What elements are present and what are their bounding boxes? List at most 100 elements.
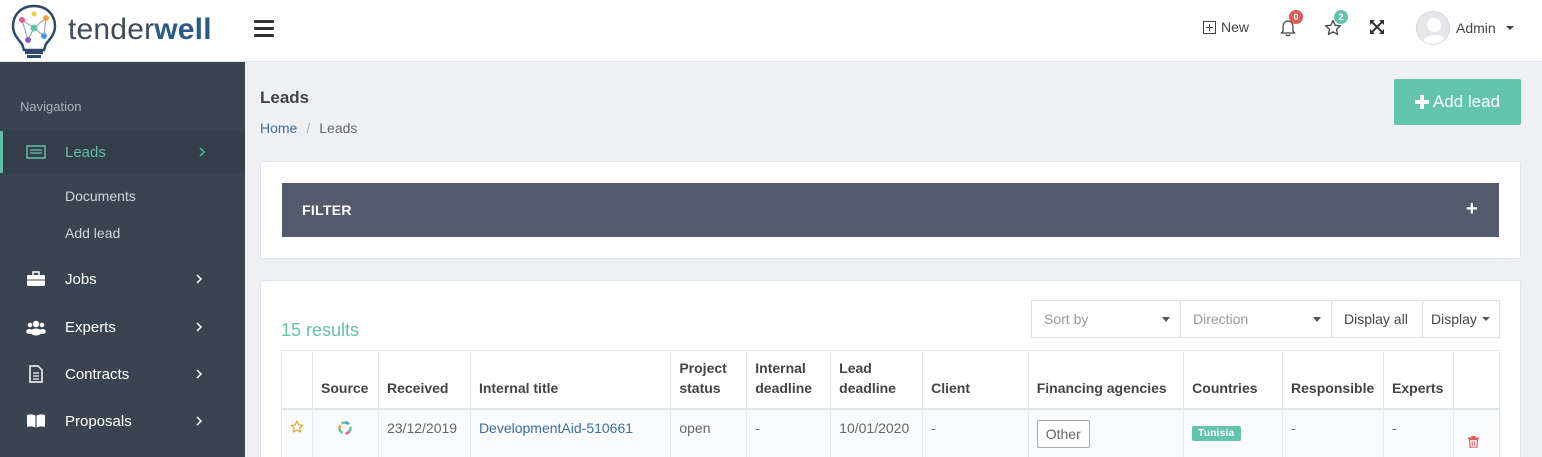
chevron-right-icon	[196, 322, 203, 332]
sidebar-item-label: Leads	[65, 143, 106, 161]
caret-down-icon	[1482, 317, 1490, 321]
breadcrumb-home-link[interactable]: Home	[260, 120, 297, 136]
list-icon	[26, 145, 46, 159]
client-cell: -	[922, 408, 1029, 457]
column-header-financing-agencies[interactable]: Financing agencies	[1027, 350, 1185, 410]
direction-placeholder: Direction	[1193, 311, 1249, 327]
breadcrumb-current: Leads	[319, 120, 358, 136]
results-count: 15 results	[281, 320, 360, 340]
sidebar-item-leads[interactable]: Leads	[0, 131, 245, 173]
sidebar-subitem-add-lead[interactable]: Add lead	[65, 225, 120, 241]
fullscreen-button[interactable]	[1369, 19, 1389, 39]
chevron-right-icon	[196, 416, 203, 426]
new-button-label: New	[1221, 19, 1250, 35]
sidebar-item-jobs[interactable]: Jobs	[0, 258, 245, 300]
caret-down-icon	[1313, 317, 1321, 322]
user-menu[interactable]: Admin	[1416, 11, 1514, 45]
favorites-button[interactable]: 2	[1324, 10, 1348, 39]
sidebar-item-label: Jobs	[65, 270, 97, 288]
plus-icon	[1414, 95, 1429, 109]
internal-title-cell: DevelopmentAid-510661	[469, 408, 672, 457]
chevron-right-icon	[199, 147, 206, 157]
table-header-row: Source Received Internal title Project s…	[281, 350, 1500, 410]
table-row[interactable]: 23/12/2019 DevelopmentAid-510661 open - …	[281, 408, 1500, 457]
chevron-right-icon	[196, 274, 203, 284]
column-header-actions	[1453, 350, 1500, 410]
leads-table: Source Received Internal title Project s…	[281, 350, 1500, 457]
column-header-internal-title[interactable]: Internal title	[469, 350, 672, 410]
column-header-received[interactable]: Received	[377, 350, 471, 410]
display-all-button[interactable]: Display all	[1332, 300, 1423, 338]
favorites-badge: 2	[1334, 10, 1348, 24]
trash-icon[interactable]	[1468, 435, 1479, 449]
users-icon	[26, 320, 46, 336]
star-icon[interactable]	[290, 420, 304, 434]
display-dropdown[interactable]: Display	[1423, 300, 1500, 338]
sidebar-subitem-documents[interactable]: Documents	[65, 188, 136, 204]
countries-cell: Tunisia	[1183, 408, 1284, 457]
notifications-badge: 0	[1289, 10, 1303, 24]
breadcrumb-separator: /	[306, 120, 311, 136]
sidebar-item-label: Proposals	[65, 412, 132, 430]
plus-square-icon	[1203, 20, 1216, 34]
caret-down-icon	[1505, 26, 1514, 30]
sidebar-item-contracts[interactable]: Contracts	[0, 353, 245, 395]
source-cell	[312, 408, 379, 457]
menu-toggle-icon[interactable]	[254, 20, 274, 38]
sidebar-title: Navigation	[20, 99, 82, 114]
brand-name[interactable]: tenderwell	[68, 12, 212, 48]
sidebar-item-label: Experts	[65, 318, 116, 336]
add-lead-button[interactable]: Add lead	[1394, 79, 1521, 125]
column-header-internal-deadline[interactable]: Internal deadline	[746, 350, 832, 410]
actions-cell	[1453, 408, 1500, 457]
financing-agencies-cell: Other	[1027, 408, 1185, 457]
avatar	[1416, 11, 1450, 45]
user-name: Admin	[1456, 20, 1496, 36]
book-icon	[27, 414, 45, 428]
country-badge: Tunisia	[1192, 425, 1241, 441]
briefcase-icon	[27, 271, 45, 286]
document-icon	[29, 365, 43, 383]
agency-tag[interactable]: Other	[1036, 419, 1090, 448]
experts-cell: -	[1383, 408, 1454, 457]
column-header-lead-deadline[interactable]: Lead deadline	[830, 350, 924, 410]
display-all-label: Display all	[1344, 311, 1408, 327]
top-bar: tenderwell New 0 2 Admin	[0, 0, 1542, 62]
filter-label: FILTER	[302, 202, 352, 218]
column-header-countries[interactable]: Countries	[1183, 350, 1284, 410]
lead-title-link[interactable]: DevelopmentAid-510661	[479, 420, 633, 436]
source-logo-icon	[338, 420, 352, 435]
tenderwell-logo[interactable]	[10, 4, 58, 58]
sidebar-item-proposals[interactable]: Proposals	[0, 400, 245, 442]
column-header-favorite	[281, 350, 313, 410]
project-status-cell: open	[670, 408, 748, 457]
direction-select[interactable]: Direction	[1181, 300, 1332, 338]
column-header-responsible[interactable]: Responsible	[1282, 350, 1385, 410]
chevron-right-icon	[196, 369, 203, 379]
lead-deadline-cell: 10/01/2020	[830, 408, 924, 457]
filter-bar[interactable]: FILTER +	[282, 183, 1499, 237]
caret-down-icon	[1162, 317, 1170, 322]
new-button[interactable]: New	[1203, 19, 1249, 35]
add-lead-button-label: Add lead	[1432, 92, 1501, 111]
sidebar-item-experts[interactable]: Experts	[0, 306, 245, 348]
column-header-project-status[interactable]: Project status	[670, 350, 748, 410]
column-header-experts[interactable]: Experts	[1383, 350, 1454, 410]
sort-by-placeholder: Sort by	[1044, 311, 1089, 327]
brand-name-bold: well	[154, 13, 212, 46]
column-header-source[interactable]: Source	[312, 350, 379, 410]
responsible-cell: -	[1282, 408, 1385, 457]
display-label: Display	[1431, 311, 1477, 327]
sidebar-item-label: Contracts	[65, 365, 130, 383]
page-title: Leads	[260, 88, 310, 107]
received-cell: 23/12/2019	[377, 408, 471, 457]
breadcrumb: Home / Leads	[260, 120, 357, 136]
brand-name-light: tender	[68, 13, 155, 46]
notifications-button[interactable]: 0	[1279, 10, 1303, 39]
sort-by-select[interactable]: Sort by	[1031, 300, 1181, 338]
column-header-client[interactable]: Client	[922, 350, 1029, 410]
expand-icon	[1370, 20, 1384, 34]
sidebar: Navigation Leads Documents Add lead Jobs	[0, 62, 245, 457]
favorite-cell	[281, 408, 313, 457]
expand-plus-icon[interactable]: +	[1466, 199, 1478, 219]
